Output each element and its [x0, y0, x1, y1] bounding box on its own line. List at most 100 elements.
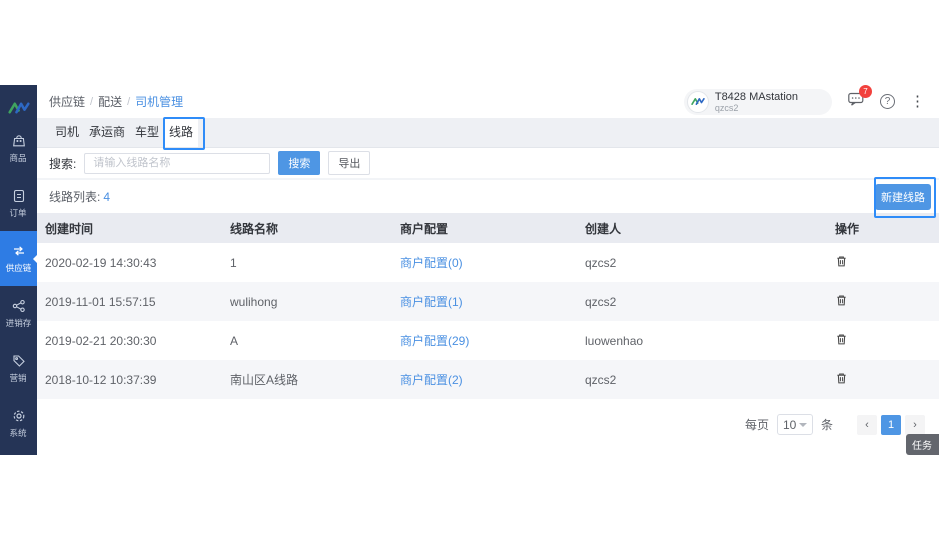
table-row: 2020-02-19 14:30:43 1 商户配置(0) qzcs2	[37, 243, 939, 282]
prev-page-button[interactable]: ‹	[857, 415, 877, 435]
list-header: 线路列表:4 新建线路	[37, 180, 939, 213]
sidebar-item-system[interactable]: 系统	[0, 396, 37, 451]
delete-button[interactable]	[835, 332, 848, 349]
user-name: T8428 MAstation	[715, 91, 798, 103]
list-title-text: 线路列表:	[49, 190, 100, 204]
user-account: qzcs2	[715, 103, 798, 113]
breadcrumb-separator: /	[90, 96, 93, 108]
breadcrumb-separator: /	[127, 96, 130, 108]
unit-label: 条	[821, 416, 833, 433]
list-title: 线路列表:4	[49, 188, 110, 205]
help-icon: ?	[880, 94, 895, 109]
search-label: 搜索:	[49, 155, 76, 172]
cell-created: 2019-11-01 15:57:15	[37, 282, 222, 321]
supply-chain-icon	[11, 243, 27, 259]
tag-icon	[11, 353, 27, 369]
brand-logo-icon	[8, 95, 30, 121]
sidebar-item-label: 供应链	[6, 261, 32, 273]
breadcrumb: 供应链 / 配送 / 司机管理	[49, 93, 183, 110]
breadcrumb-delivery[interactable]: 配送	[98, 93, 122, 110]
search-bar: 搜索: 搜索 导出	[37, 148, 939, 178]
sidebar-item-orders[interactable]: 订单	[0, 176, 37, 231]
cell-created: 2018-10-12 10:37:39	[37, 360, 222, 399]
cell-created: 2019-02-21 20:30:30	[37, 321, 222, 360]
column-created-time: 创建时间	[37, 213, 222, 243]
table-row: 2019-02-21 20:30:30 A 商户配置(29) luowenhao	[37, 321, 939, 360]
sidebar-item-label: 商品	[10, 151, 27, 163]
delete-button[interactable]	[835, 371, 848, 388]
delete-button[interactable]	[835, 293, 848, 310]
routes-table: 创建时间 线路名称 商户配置 创建人 操作 2020-02-19 14:30:4…	[37, 213, 939, 399]
table-row: 2019-11-01 15:57:15 wulihong 商户配置(1) qzc…	[37, 282, 939, 321]
app-window: 商品 订单 供应链	[0, 85, 939, 455]
document-icon	[11, 188, 27, 204]
tab-vehicle-type[interactable]: 车型	[130, 118, 164, 147]
column-actions: 操作	[827, 213, 939, 243]
breadcrumb-driver-management[interactable]: 司机管理	[135, 93, 183, 110]
column-creator: 创建人	[577, 213, 827, 243]
column-merchant-config: 商户配置	[392, 213, 577, 243]
sidebar-item-label: 营销	[10, 371, 27, 383]
avatar	[687, 91, 709, 113]
delete-button[interactable]	[835, 254, 848, 271]
tab-route[interactable]: 线路	[164, 118, 198, 147]
search-input[interactable]	[84, 153, 270, 174]
main-content: 供应链 / 配送 / 司机管理 T8428 MAstation	[37, 85, 939, 455]
bag-icon	[11, 133, 27, 149]
network-icon	[11, 298, 27, 314]
export-button[interactable]: 导出	[328, 151, 370, 175]
search-button[interactable]: 搜索	[278, 151, 320, 175]
page-buttons: ‹ 1 ›	[853, 415, 925, 435]
gear-icon	[11, 408, 27, 424]
sidebar-item-label: 订单	[10, 206, 27, 218]
vertical-ellipsis-icon: ⋮	[910, 94, 925, 109]
tab-carrier[interactable]: 承运商	[84, 118, 130, 147]
page-size-value: 10	[783, 418, 796, 432]
topbar-actions: T8428 MAstation qzcs2 7	[684, 89, 925, 115]
messages-button[interactable]: 7	[847, 91, 865, 112]
tab-driver[interactable]: 司机	[50, 118, 84, 147]
create-route-button[interactable]: 新建线路	[875, 184, 931, 210]
cell-creator: qzcs2	[577, 360, 827, 399]
table-row: 2018-10-12 10:37:39 南山区A线路 商户配置(2) qzcs2	[37, 360, 939, 399]
sidebar-item-label: 进销存	[6, 316, 32, 328]
sidebar-item-inventory[interactable]: 进销存	[0, 286, 37, 341]
trash-icon	[835, 332, 848, 349]
help-button[interactable]: ?	[880, 94, 895, 109]
sidebar: 商品 订单 供应链	[0, 85, 37, 455]
sidebar-item-label: 系统	[10, 426, 27, 438]
topbar: 供应链 / 配送 / 司机管理 T8428 MAstation	[37, 85, 939, 118]
trash-icon	[835, 371, 848, 388]
cell-route-name: A	[222, 321, 392, 360]
breadcrumb-supply-chain[interactable]: 供应链	[49, 93, 85, 110]
chevron-down-icon	[799, 423, 807, 427]
cell-creator: qzcs2	[577, 282, 827, 321]
cell-route-name: 1	[222, 243, 392, 282]
cell-route-name: 南山区A线路	[222, 360, 392, 399]
pagination: 每页 10 条 ‹ 1 ›	[37, 399, 939, 435]
cell-created: 2020-02-19 14:30:43	[37, 243, 222, 282]
cell-route-name: wulihong	[222, 282, 392, 321]
cell-creator: luowenhao	[577, 321, 827, 360]
task-panel-tab[interactable]: 任务	[906, 434, 939, 455]
per-page-label: 每页	[745, 416, 769, 433]
merchant-config-link[interactable]: 商户配置(2)	[400, 373, 463, 387]
more-menu-button[interactable]: ⋮	[910, 94, 925, 109]
user-account-menu[interactable]: T8428 MAstation qzcs2	[684, 89, 832, 115]
tab-bar: 司机 承运商 车型 线路	[37, 118, 939, 148]
merchant-config-link[interactable]: 商户配置(29)	[400, 334, 469, 348]
table-header-row: 创建时间 线路名称 商户配置 创建人 操作	[37, 213, 939, 243]
page-size-select[interactable]: 10	[777, 414, 813, 435]
page-1-button[interactable]: 1	[881, 415, 901, 435]
column-route-name: 线路名称	[222, 213, 392, 243]
merchant-config-link[interactable]: 商户配置(0)	[400, 256, 463, 270]
sidebar-item-supply-chain[interactable]: 供应链	[0, 231, 37, 286]
list-count: 4	[103, 190, 110, 204]
merchant-config-link[interactable]: 商户配置(1)	[400, 295, 463, 309]
sidebar-item-products[interactable]: 商品	[0, 121, 37, 176]
notification-badge: 7	[859, 85, 872, 98]
sidebar-item-marketing[interactable]: 营销	[0, 341, 37, 396]
next-page-button[interactable]: ›	[905, 415, 925, 435]
trash-icon	[835, 293, 848, 310]
cell-creator: qzcs2	[577, 243, 827, 282]
